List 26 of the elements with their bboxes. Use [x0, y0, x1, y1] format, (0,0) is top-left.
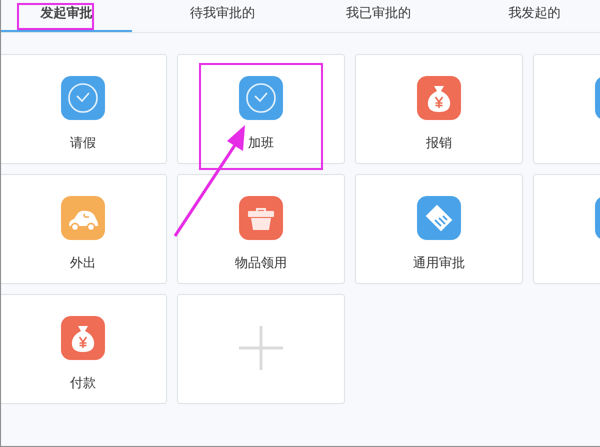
- card-label: 加班: [248, 135, 274, 152]
- card-label: 物品领用: [235, 255, 287, 272]
- app-card[interactable]: 报销: [355, 54, 523, 164]
- card-label: 外出: [70, 255, 96, 272]
- toolbox-icon: [239, 196, 283, 240]
- app-card[interactable]: 加班: [177, 54, 345, 164]
- app-card[interactable]: 付款: [1, 294, 167, 404]
- card-label: 请假: [70, 135, 96, 152]
- tab[interactable]: 待我审批的: [157, 0, 288, 32]
- app-card[interactable]: 通用审批: [355, 174, 523, 284]
- tab[interactable]: 我发起的: [469, 0, 600, 32]
- car-icon: [61, 196, 105, 240]
- card-label: 通用审批: [413, 255, 465, 272]
- app-card[interactable]: 外出: [1, 174, 167, 284]
- money-bag-icon: [417, 76, 461, 120]
- app-card[interactable]: 物品领用: [177, 174, 345, 284]
- card-label: 报销: [426, 135, 452, 152]
- clock-icon: [239, 76, 283, 120]
- clock-icon: [61, 76, 105, 120]
- plus-icon: [239, 326, 283, 370]
- money-bag-icon: [61, 316, 105, 360]
- app-card[interactable]: 请假: [1, 54, 167, 164]
- tab[interactable]: 发起审批: [1, 0, 132, 32]
- card-label: 付款: [70, 375, 96, 392]
- card-icon: [417, 196, 461, 240]
- tab[interactable]: 我已审批的: [313, 0, 444, 32]
